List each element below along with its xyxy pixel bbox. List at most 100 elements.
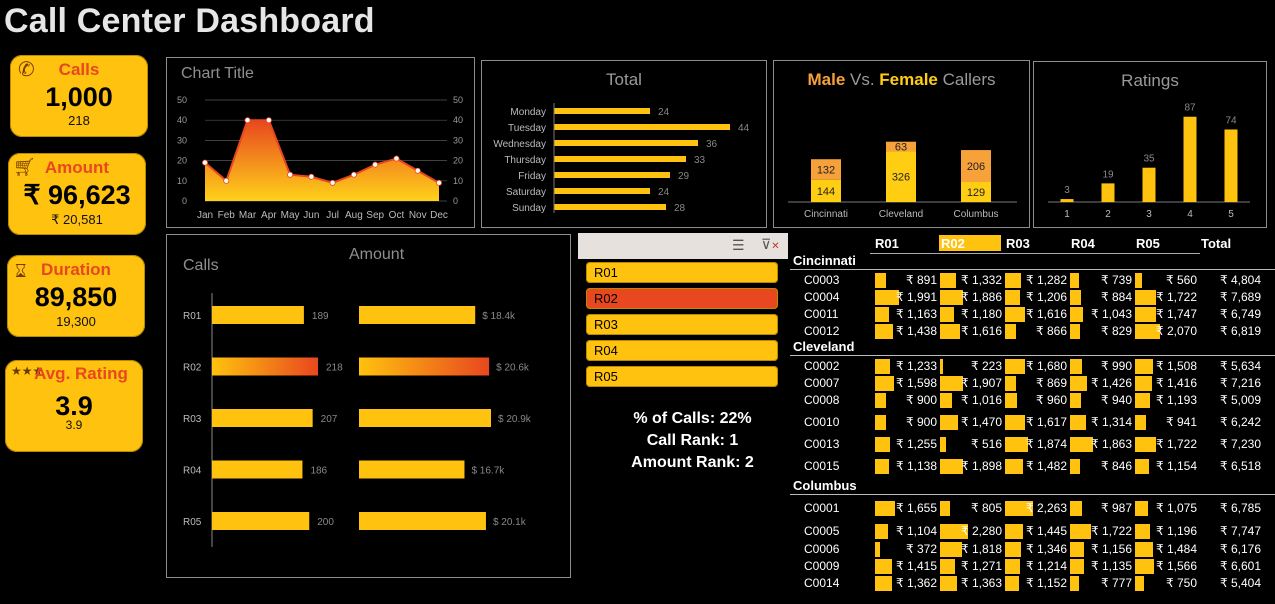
amount-cell: ₹ 1,426 xyxy=(1070,375,1134,392)
data-point xyxy=(308,173,315,180)
amount-cell: ₹ 1,566 xyxy=(1135,558,1199,575)
data-bar xyxy=(1005,359,1026,374)
amount-value: ₹ 1,991 xyxy=(896,290,937,304)
category-label: 3 xyxy=(1146,209,1152,220)
amount-cell: ₹ 1,482 xyxy=(1005,458,1069,475)
data-bar xyxy=(1070,376,1088,391)
amount-cell: ₹ 1,154 xyxy=(1135,458,1199,475)
bar xyxy=(554,108,650,114)
data-bar xyxy=(940,359,943,374)
table-row: C0008 ₹ 900 ₹ 1,016 ₹ 960 ₹ 940 ₹ 1,193 ₹ 5,00… xyxy=(790,392,1275,409)
group-label[interactable]: Cleveland xyxy=(793,339,854,354)
amount-value: ₹ 223 xyxy=(971,359,1002,373)
category-label: R05 xyxy=(183,517,202,528)
bar xyxy=(554,204,666,210)
group-divider xyxy=(790,494,1275,495)
amount-cell: ₹ 2,263 xyxy=(1005,500,1069,517)
group-label[interactable]: Cincinnati xyxy=(793,253,856,268)
amount-cell: ₹ 1,470 xyxy=(940,414,1004,431)
col-header-r02[interactable]: R02 xyxy=(941,236,965,251)
y-tick-label-left: 40 xyxy=(177,115,187,125)
customer-id: C0003 xyxy=(804,273,840,287)
row-total: ₹ 5,404 xyxy=(1220,576,1261,590)
slicer-item-label: R02 xyxy=(594,291,618,306)
y-tick-label-left: 0 xyxy=(182,196,187,206)
slicer-item-r05[interactable]: R05 xyxy=(586,366,778,387)
bar xyxy=(554,140,698,146)
male-value: 132 xyxy=(817,164,835,176)
col-header-total[interactable]: Total xyxy=(1201,236,1231,251)
amount-value: ₹ 1,598 xyxy=(896,376,937,390)
amount-value: ₹ 891 xyxy=(906,273,937,287)
amount-cell: ₹ 1,206 xyxy=(1005,289,1069,306)
amount-cell: ₹ 987 xyxy=(1070,500,1134,517)
table-row: C0007 ₹ 1,598 ₹ 1,907 ₹ 869 ₹ 1,426 ₹ 1,416 ₹ … xyxy=(790,375,1275,392)
data-bar xyxy=(1005,459,1024,474)
amount-cell: ₹ 1,346 xyxy=(1005,541,1069,558)
calls-label: 189 xyxy=(312,311,329,322)
amount-cell: ₹ 1,898 xyxy=(940,458,1004,475)
amount-value: ₹ 1,193 xyxy=(1156,393,1197,407)
x-tick-label: Jul xyxy=(326,210,339,221)
amount-value: ₹ 1,863 xyxy=(1091,437,1132,451)
kpi-duration[interactable]: ⌛︎ Duration 89,850 19,300 xyxy=(7,255,145,337)
amount-value: ₹ 941 xyxy=(1166,415,1197,429)
clear-filter-icon[interactable]: ⊽✕ xyxy=(761,236,780,253)
amount-value: ₹ 1,104 xyxy=(896,524,937,538)
bar xyxy=(1142,167,1156,202)
data-label: 3 xyxy=(1064,185,1070,196)
slicer-item-r02[interactable]: R02 xyxy=(586,288,778,309)
calls-label: 218 xyxy=(326,363,343,374)
data-label: 74 xyxy=(1225,115,1237,126)
amount-cell: ₹ 1,438 xyxy=(875,323,939,340)
data-bar xyxy=(1070,290,1081,305)
amount-value: ₹ 1,255 xyxy=(896,437,937,451)
rep-calls-amount-panel: Calls Amount R01 189 $ 18.4k R02 218 $ 20.6k R… xyxy=(166,234,571,578)
data-label: 36 xyxy=(706,139,718,150)
col-header-r03[interactable]: R03 xyxy=(1006,236,1030,251)
amount-cell: ₹ 1,196 xyxy=(1135,523,1199,540)
col-header-r01[interactable]: R01 xyxy=(875,236,899,251)
ratings-bar-chart: 3 1 19 2 35 3 87 4 74 5 xyxy=(1048,103,1250,220)
y-tick-label-left: 10 xyxy=(177,176,187,186)
data-point xyxy=(350,171,357,178)
col-header-r04[interactable]: R04 xyxy=(1071,236,1095,251)
data-label: 33 xyxy=(694,155,706,166)
data-bar xyxy=(1135,393,1150,408)
data-bar xyxy=(1135,542,1154,557)
x-tick-label: Dec xyxy=(430,210,448,221)
bar xyxy=(1101,183,1115,202)
amount-value: ₹ 1,747 xyxy=(1156,307,1197,321)
category-label: Monday xyxy=(510,107,546,118)
amount-cell: ₹ 1,598 xyxy=(875,375,939,392)
col-header-r05[interactable]: R05 xyxy=(1136,236,1160,251)
kpi-calls[interactable]: ✆ Calls 1,000 218 xyxy=(10,55,148,137)
category-label: Saturday xyxy=(506,187,546,198)
slicer-item-r03[interactable]: R03 xyxy=(586,314,778,335)
customer-id: C0014 xyxy=(804,576,840,590)
data-bar xyxy=(940,290,963,305)
amount-value: ₹ 1,616 xyxy=(961,324,1002,338)
amount-cell: ₹ 1,180 xyxy=(940,306,1004,323)
pct-of-calls: % of Calls: 22% xyxy=(633,410,752,427)
data-bar xyxy=(1070,359,1083,374)
amount-cell: ₹ 750 xyxy=(1135,575,1199,592)
slicer-item-r01[interactable]: R01 xyxy=(586,262,778,283)
slicer-item-label: R04 xyxy=(594,343,618,358)
amount-cell: ₹ 1,886 xyxy=(940,289,1004,306)
amount-cell: ₹ 1,104 xyxy=(875,523,939,540)
data-bar xyxy=(1070,307,1083,322)
slicer-item-r04[interactable]: R04 xyxy=(586,340,778,361)
data-bar xyxy=(1070,393,1082,408)
data-bar xyxy=(1135,576,1145,591)
customer-id: C0007 xyxy=(804,376,840,390)
group-label[interactable]: Columbus xyxy=(793,478,857,493)
bar xyxy=(554,124,730,130)
multi-select-icon[interactable]: ☰ xyxy=(732,237,745,254)
kpi-amount[interactable]: 🛒︎ Amount ₹ 96,623 ₹ 20,581 xyxy=(8,153,146,235)
table-row: C0003 ₹ 891 ₹ 1,332 ₹ 1,282 ₹ 739 ₹ 560 ₹ 4,80… xyxy=(790,272,1275,289)
amount-cell: ₹ 1,680 xyxy=(1005,358,1069,375)
kpi-rating[interactable]: ★★★ Avg. Rating 3.9 3.9 xyxy=(5,360,143,452)
amount-cell: ₹ 1,874 xyxy=(1005,436,1069,453)
x-tick-label: Mar xyxy=(239,210,257,221)
